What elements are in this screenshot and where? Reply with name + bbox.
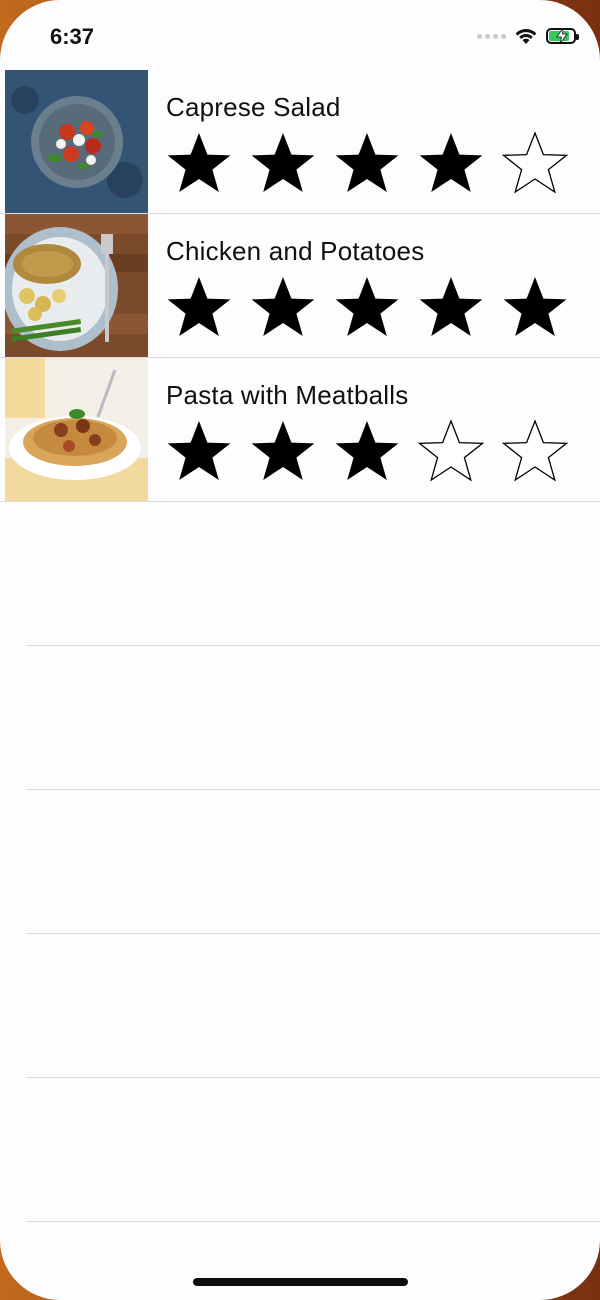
wifi-icon: [515, 29, 537, 44]
empty-star-icon[interactable]: [502, 418, 568, 484]
empty-table-row: [0, 1078, 600, 1222]
caprese-salad-photo: [5, 70, 148, 213]
empty-table-row: [0, 790, 600, 934]
chicken-potatoes-photo: [5, 214, 148, 357]
filled-star-icon[interactable]: [250, 418, 316, 484]
filled-star-icon[interactable]: [166, 130, 232, 196]
cellular-signal-icon: [477, 33, 506, 39]
pasta-meatballs-photo: [5, 358, 148, 501]
phone-screen: 6:37 Caprese Salad Chicken and Potatoes …: [0, 0, 600, 1300]
status-time: 6:37: [50, 24, 95, 49]
rating-control[interactable]: [166, 130, 568, 196]
filled-star-icon[interactable]: [334, 274, 400, 340]
filled-star-icon[interactable]: [418, 274, 484, 340]
status-indicators: [477, 27, 579, 45]
filled-star-icon[interactable]: [166, 274, 232, 340]
meal-table[interactable]: Caprese Salad Chicken and Potatoes Pasta…: [0, 70, 600, 1222]
row-separator: [26, 1221, 600, 1222]
filled-star-icon[interactable]: [334, 418, 400, 484]
filled-star-icon[interactable]: [502, 274, 568, 340]
empty-table-row: [0, 502, 600, 646]
battery-icon: [546, 28, 579, 44]
meal-name: Pasta with Meatballs: [166, 380, 409, 410]
home-indicator[interactable]: [193, 1278, 408, 1286]
empty-table-row: [0, 934, 600, 1078]
meal-row[interactable]: Caprese Salad: [0, 70, 600, 214]
empty-table-row: [0, 646, 600, 790]
filled-star-icon[interactable]: [166, 418, 232, 484]
rating-control[interactable]: [166, 418, 568, 484]
empty-star-icon[interactable]: [502, 130, 568, 196]
charging-bolt-icon: [556, 28, 568, 44]
rating-control[interactable]: [166, 274, 568, 340]
status-bar: 6:37: [0, 0, 600, 70]
meal-row[interactable]: Pasta with Meatballs: [0, 358, 600, 502]
filled-star-icon[interactable]: [418, 130, 484, 196]
filled-star-icon[interactable]: [334, 130, 400, 196]
meal-row[interactable]: Chicken and Potatoes: [0, 214, 600, 358]
empty-rows: [0, 502, 600, 1222]
filled-star-icon[interactable]: [250, 130, 316, 196]
meal-name: Caprese Salad: [166, 92, 341, 122]
empty-star-icon[interactable]: [418, 418, 484, 484]
meal-name: Chicken and Potatoes: [166, 236, 425, 266]
filled-star-icon[interactable]: [250, 274, 316, 340]
